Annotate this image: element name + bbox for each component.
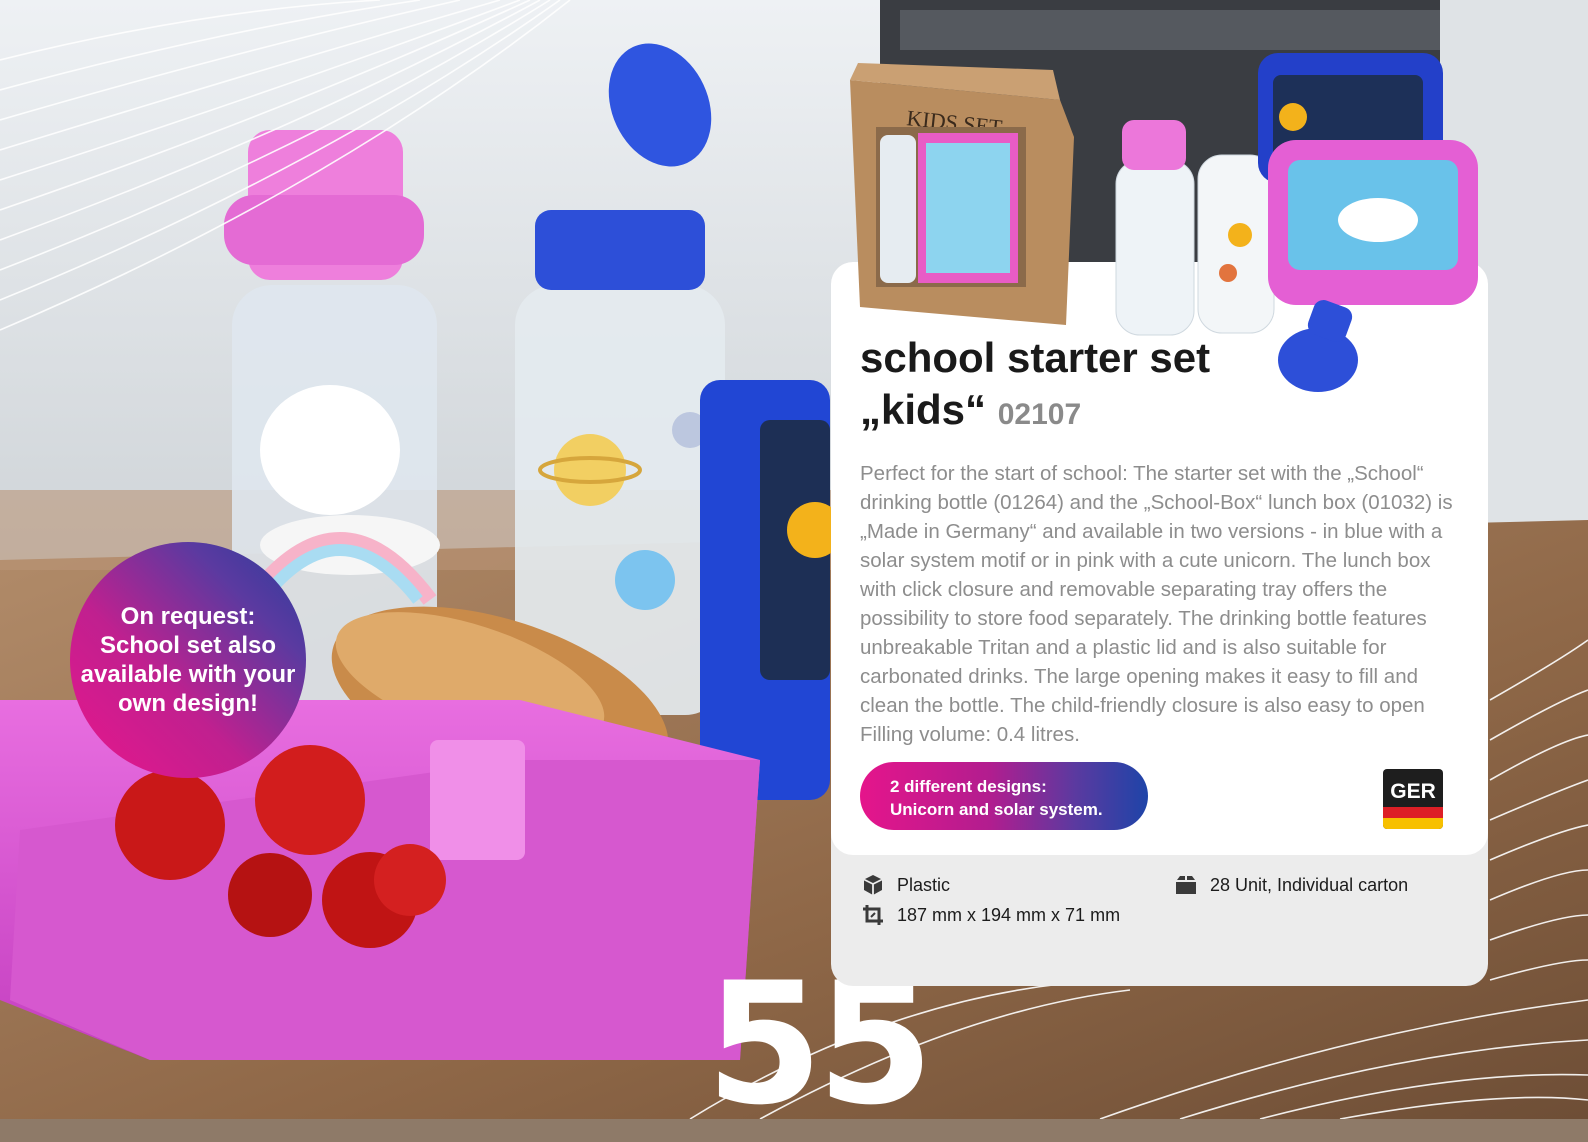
spec-packaging-text: 28 Unit, Individual carton [1210,874,1409,895]
cube-icon [863,875,883,895]
spec-packaging: 28 Unit, Individual carton [1173,873,1408,897]
origin-badge: GER [1383,769,1443,829]
spec-dimensions-text: 187 mm x 194 mm x 71 mm [897,904,1121,925]
flag-gold-stripe [1383,818,1443,829]
flag-red-stripe [1383,807,1443,818]
carton-icon [1176,876,1196,894]
product-set-image: KIDS SET [850,53,1478,392]
spec-material: Plastic [860,873,950,897]
callout-badge: On request: School set also available wi… [70,542,306,778]
designs-pill: 2 different designs: Unicorn and solar s… [860,762,1148,830]
callout-text: On request: School set also available wi… [80,603,296,717]
product-description: Perfect for the start of school: The sta… [860,462,1453,746]
spec-material-text: Plastic [897,874,951,895]
origin-label: GER [1390,780,1436,803]
crop-icon [863,905,883,925]
spec-dimensions: 187 mm x 194 mm x 71 mm [860,903,1120,927]
